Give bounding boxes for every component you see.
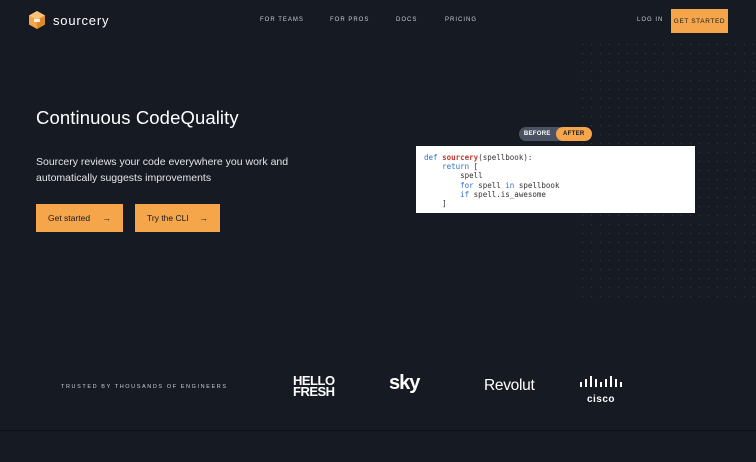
sourcery-cube-icon (29, 11, 45, 29)
code-line: ] (442, 199, 447, 209)
hero-subtitle: Sourcery reviews your code everywhere yo… (36, 156, 289, 184)
cisco-logo: cisco (578, 375, 624, 405)
nav-link-docs[interactable]: DOCS (396, 17, 417, 23)
get-started-label: Get started (48, 213, 91, 223)
code-line: def sourcery(spellbook): (424, 153, 533, 162)
revolut-logo: Revolut (484, 377, 535, 394)
brand-name: sourcery (53, 12, 110, 28)
arrow-right-icon: → (199, 213, 208, 223)
code-line: return [ (442, 162, 479, 172)
hellofresh-logo: HELLO FRESH (293, 373, 335, 399)
trusted-label: TRUSTED BY THOUSANDS OF ENGINEERS (61, 384, 228, 390)
sky-logo: sky (389, 372, 420, 394)
toggle-before[interactable]: BEFORE (519, 127, 556, 141)
code-sample: def sourcery(spellbook): return [ spell … (416, 146, 695, 213)
nav-get-started-button[interactable]: GET STARTED (671, 9, 728, 33)
section-divider (0, 430, 756, 431)
cisco-bars-icon (580, 376, 622, 387)
hero-title: Continuous CodeQuality (36, 107, 239, 128)
code-line: if spell.is_awesome (460, 189, 546, 199)
nav-link-for-pros[interactable]: FOR PROS (330, 17, 369, 23)
toggle-after[interactable]: AFTER (555, 127, 592, 141)
arrow-right-icon: → (102, 213, 111, 223)
code-line: spell (460, 171, 483, 181)
before-after-toggle[interactable]: BEFORE AFTER (519, 127, 592, 141)
brand-logo[interactable]: sourcery (28, 10, 109, 30)
try-cli-label: Try the CLI (147, 213, 189, 223)
code-line: for spell in spellbook (460, 180, 560, 190)
login-link[interactable]: LOG IN (637, 17, 663, 23)
get-started-button[interactable]: Get started → (36, 204, 123, 232)
nav-link-pricing[interactable]: PRICING (445, 17, 477, 23)
nav-link-for-teams[interactable]: FOR TEAMS (260, 17, 304, 23)
try-cli-button[interactable]: Try the CLI → (135, 204, 220, 232)
top-nav: sourcery FOR TEAMS FOR PROS DOCS PRICING… (0, 0, 756, 40)
